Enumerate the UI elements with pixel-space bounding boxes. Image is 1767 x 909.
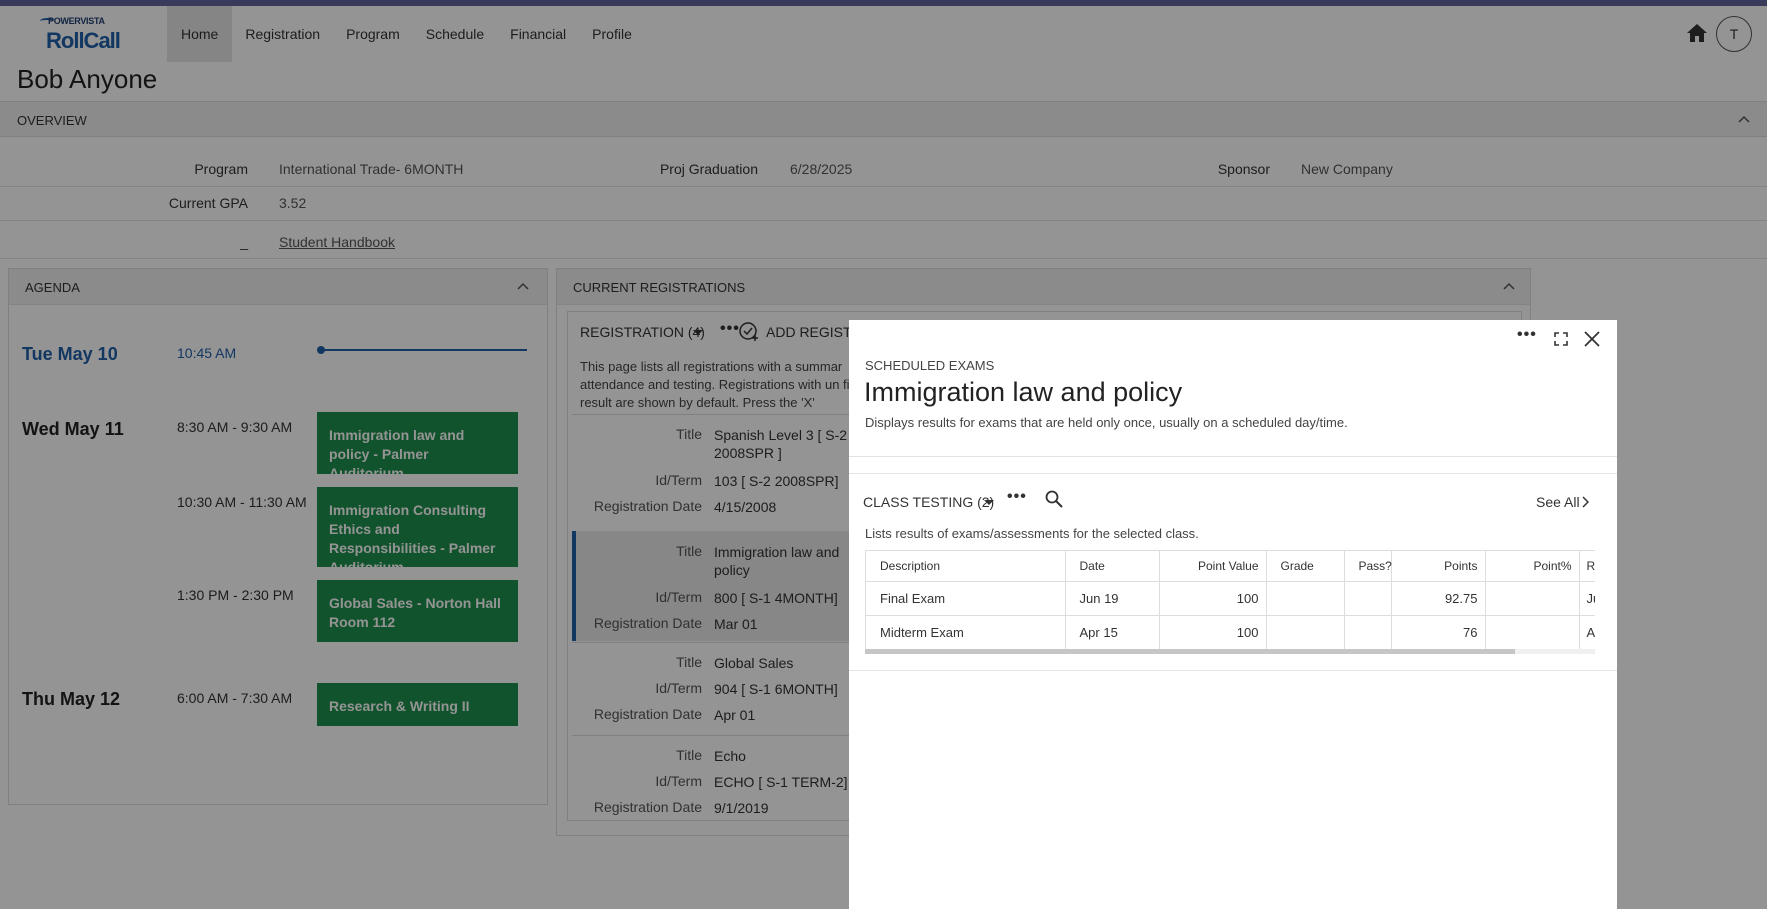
cell-pass [1344,581,1392,616]
cell-description: Final Exam [866,581,1066,616]
cell-point-value: 100 [1159,581,1267,616]
column-header-pass[interactable]: Pass? [1344,550,1392,582]
cell-description: Midterm Exam [866,615,1066,650]
grid-header-row: Description Date Point Value Grade Pass?… [866,550,1595,582]
cell-date: Jun 19 [1065,581,1160,616]
class-testing-dropdown[interactable]: CLASS TESTING (2) [863,494,994,510]
cell-r: Ju [1579,581,1595,616]
more-options-icon[interactable]: ••• [1517,326,1537,344]
caret-down-icon[interactable] [984,500,994,505]
column-header-description[interactable]: Description [866,550,1066,582]
cell-grade [1266,581,1345,616]
dialog-description: Displays results for exams that are held… [865,415,1348,430]
scheduled-exams-dialog: ••• SCHEDULED EXAMS Immigration law and … [849,320,1617,909]
scrollbar-thumb[interactable] [865,649,1515,654]
cell-r: A [1579,615,1595,650]
cell-point-pct [1485,581,1580,616]
cell-date: Apr 15 [1065,615,1160,650]
chevron-right-icon[interactable] [1581,496,1589,508]
table-row[interactable]: Midterm Exam Apr 15 100 76 A [866,615,1595,650]
column-header-date[interactable]: Date [1065,550,1160,582]
dialog-kicker: SCHEDULED EXAMS [865,358,995,373]
column-header-point-value[interactable]: Point Value [1159,550,1267,582]
divider [849,670,1617,671]
dialog-title: Immigration law and policy [864,377,1183,407]
close-icon[interactable] [1583,330,1601,348]
more-options-icon[interactable]: ••• [1007,488,1027,506]
column-header-grade[interactable]: Grade [1266,550,1345,582]
exam-results-grid: Description Date Point Value Grade Pass?… [865,550,1595,653]
column-header-r[interactable]: R [1579,550,1595,582]
cell-grade [1266,615,1345,650]
app-window: POWERVISTA RollCall Home Registration Pr… [0,6,1767,909]
cell-point-pct [1485,615,1580,650]
see-all-link[interactable]: See All [1536,494,1580,510]
divider [849,456,1617,457]
column-header-point-pct[interactable]: Point% [1485,550,1580,582]
cell-pass [1344,615,1392,650]
column-header-points[interactable]: Points [1391,550,1486,582]
cell-points: 76 [1391,615,1486,650]
table-row[interactable]: Final Exam Jun 19 100 92.75 Ju [866,581,1595,616]
horizontal-scrollbar[interactable] [865,649,1595,654]
search-icon[interactable] [1045,490,1063,508]
cell-points: 92.75 [1391,581,1486,616]
cell-point-value: 100 [1159,615,1267,650]
maximize-icon[interactable] [1554,332,1568,346]
class-testing-description: Lists results of exams/assessments for t… [865,526,1199,541]
divider [849,473,1617,474]
